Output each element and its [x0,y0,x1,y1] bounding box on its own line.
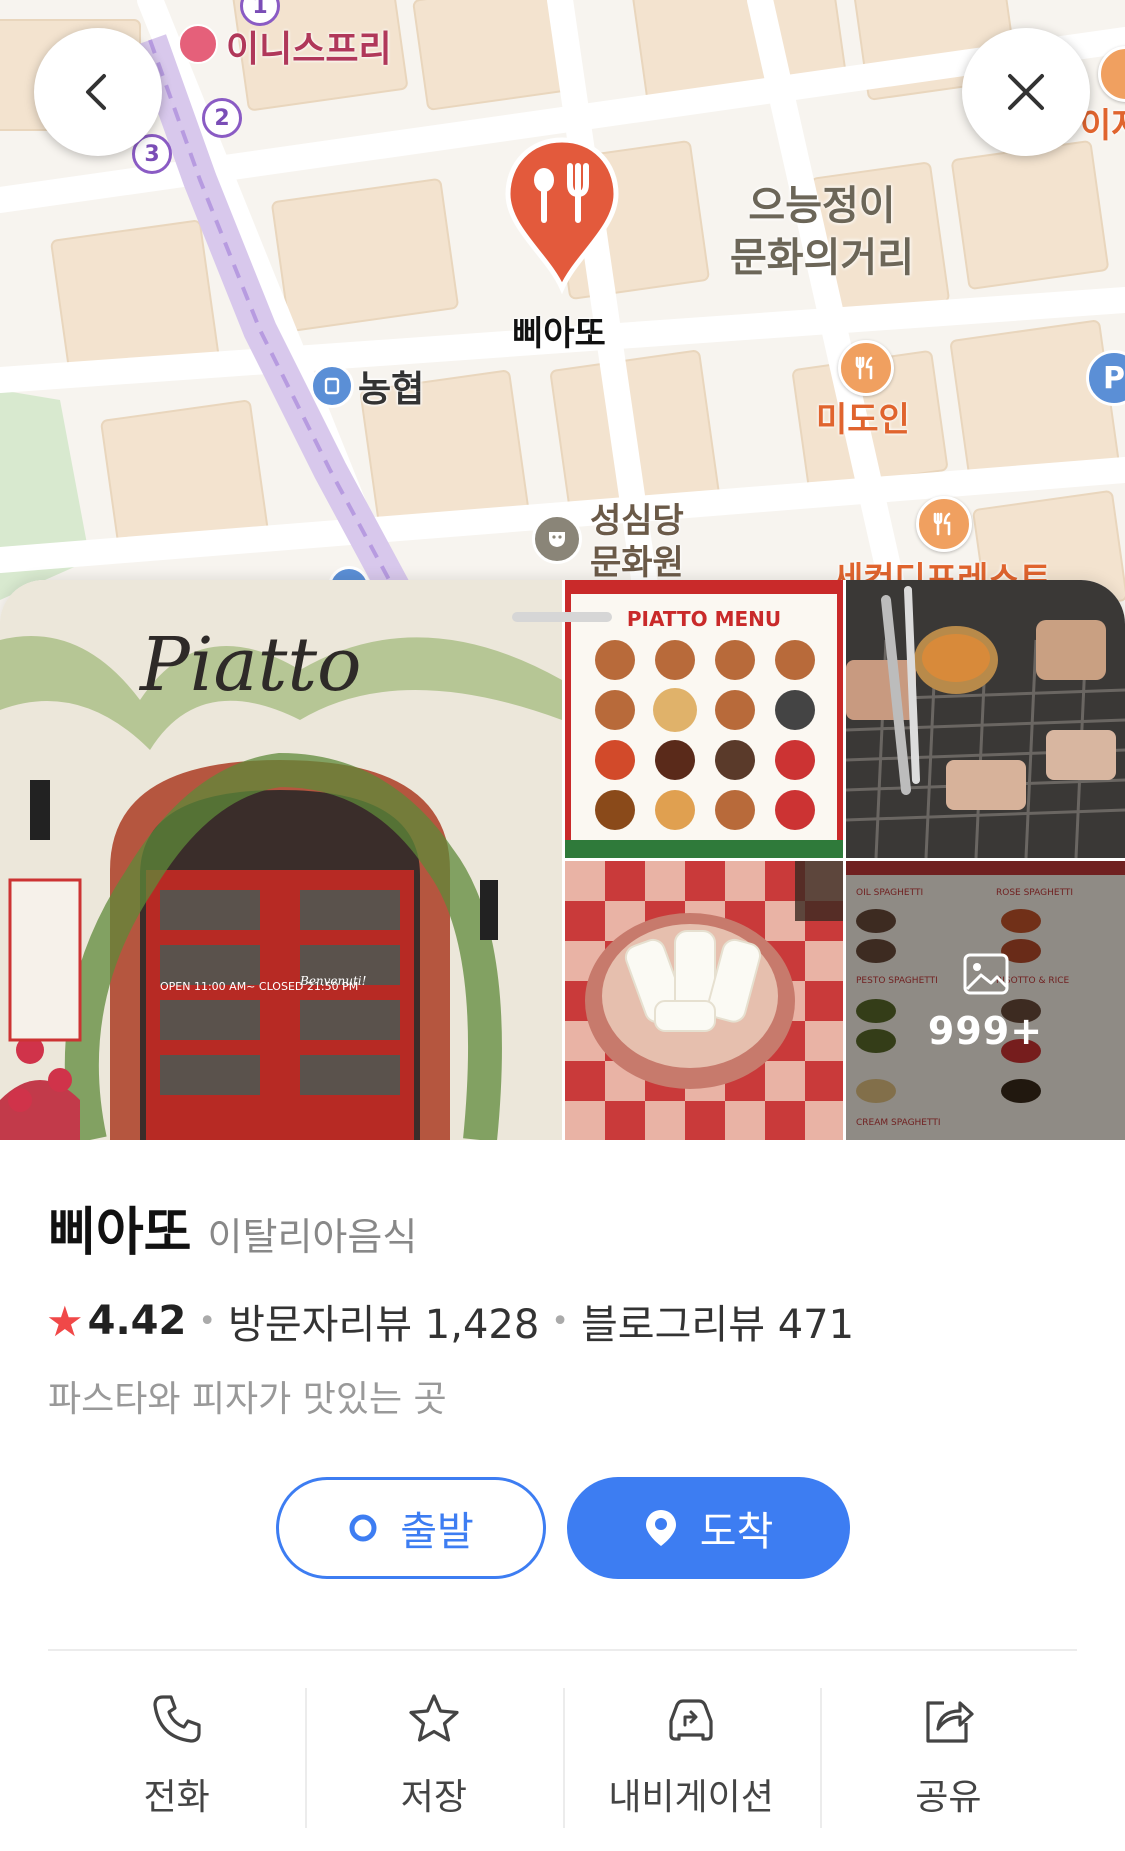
visitor-reviews-link[interactable]: 방문자리뷰 1,428 [228,1292,539,1350]
place-description: 파스타와 피자가 맛있는 곳 [48,1379,447,1420]
share-icon [920,1690,976,1748]
bank-icon[interactable] [310,364,354,408]
nonghyup-label[interactable]: 농협 [358,360,424,412]
subway-exit-2[interactable]: 2 [202,98,242,138]
share-label: 공유 [915,1777,982,1818]
map-view[interactable]: 1 2 3 이니스프리 농협 으능정이 문화의거리 미도인 성심당 문화원 세컨… [0,0,1125,620]
separator-dot: • [551,1303,569,1339]
start-label: 출발 [400,1509,474,1555]
sungsimdang-label[interactable]: 성심당 문화원 [590,500,684,584]
selected-place-pin[interactable] [502,136,622,300]
call-label: 전화 [143,1777,210,1818]
photo-grill[interactable] [846,580,1125,858]
menu-title: PIATTO MENU [627,607,781,631]
set-destination-button[interactable]: 도착 [567,1477,850,1579]
star-icon: ★ [46,1296,84,1346]
storefront-sign: Piatto [138,622,362,708]
start-dot-icon [348,1513,378,1543]
area-label: 으능정이 문화의거리 [730,183,914,281]
photo-dish[interactable] [565,861,843,1140]
pin-icon [505,137,619,295]
photo-storefront[interactable]: Piatto OPEN 11:00 AM~ CLOSED 21:50 PM Be… [0,580,562,1140]
save-label: 저장 [400,1777,467,1818]
photo-more[interactable]: OIL SPAGHETTI ROSE SPAGHETTI PESTO SPAGH… [846,861,1125,1140]
innisfree-poi-icon[interactable] [178,24,218,64]
storefront-door-sign: Benvenuti! [299,974,367,988]
close-icon [1008,74,1044,110]
rating-row: ★ 4.42 • 방문자리뷰 1,428 • 블로그리뷰 471 [46,1292,854,1350]
sheet-drag-handle[interactable] [512,612,612,622]
call-button[interactable]: 전화 [48,1680,305,1820]
pin-label[interactable]: 삐아또 [512,306,606,355]
restaurant-poi-icon-2[interactable] [916,496,972,552]
navigation-label: 내비게이션 [608,1777,774,1818]
restaurant-poi-icon[interactable] [838,340,894,396]
more-photos-count: 999+ [927,1008,1044,1053]
innisfree-label[interactable]: 이니스프리 [226,20,392,72]
image-icon [963,953,1008,994]
car-icon [661,1690,721,1748]
back-button[interactable] [34,28,162,156]
photo-gallery: Piatto OPEN 11:00 AM~ CLOSED 21:50 PM Be… [0,580,1125,1140]
navigation-button[interactable]: 내비게이션 [562,1680,820,1828]
place-detail-sheet: Piatto OPEN 11:00 AM~ CLOSED 21:50 PM Be… [0,580,1125,1851]
place-title-row: 삐아또 이탈리아음식 [48,1190,417,1265]
theater-poi-icon[interactable] [532,514,582,564]
divider [48,1649,1077,1651]
more-photos-overlay[interactable]: 999+ [846,861,1125,1140]
place-name: 삐아또 [48,1203,192,1263]
phone-icon [149,1690,205,1748]
blog-reviews-link[interactable]: 블로그리뷰 471 [581,1292,854,1350]
set-start-button[interactable]: 출발 [276,1477,546,1579]
location-pin-icon [644,1508,678,1548]
rating-value: 4.42 [87,1298,187,1344]
star-icon [406,1690,462,1748]
close-button[interactable] [962,28,1090,156]
chevron-left-icon [86,74,106,110]
separator-dot: • [198,1303,217,1339]
destination-label: 도착 [699,1509,774,1555]
action-bar: 전화 저장 내비게이션 공유 [48,1680,1077,1828]
place-category: 이탈리아음식 [207,1215,418,1259]
save-button[interactable]: 저장 [305,1680,562,1828]
midoin-label[interactable]: 미도인 [816,392,910,441]
share-button[interactable]: 공유 [819,1680,1077,1828]
